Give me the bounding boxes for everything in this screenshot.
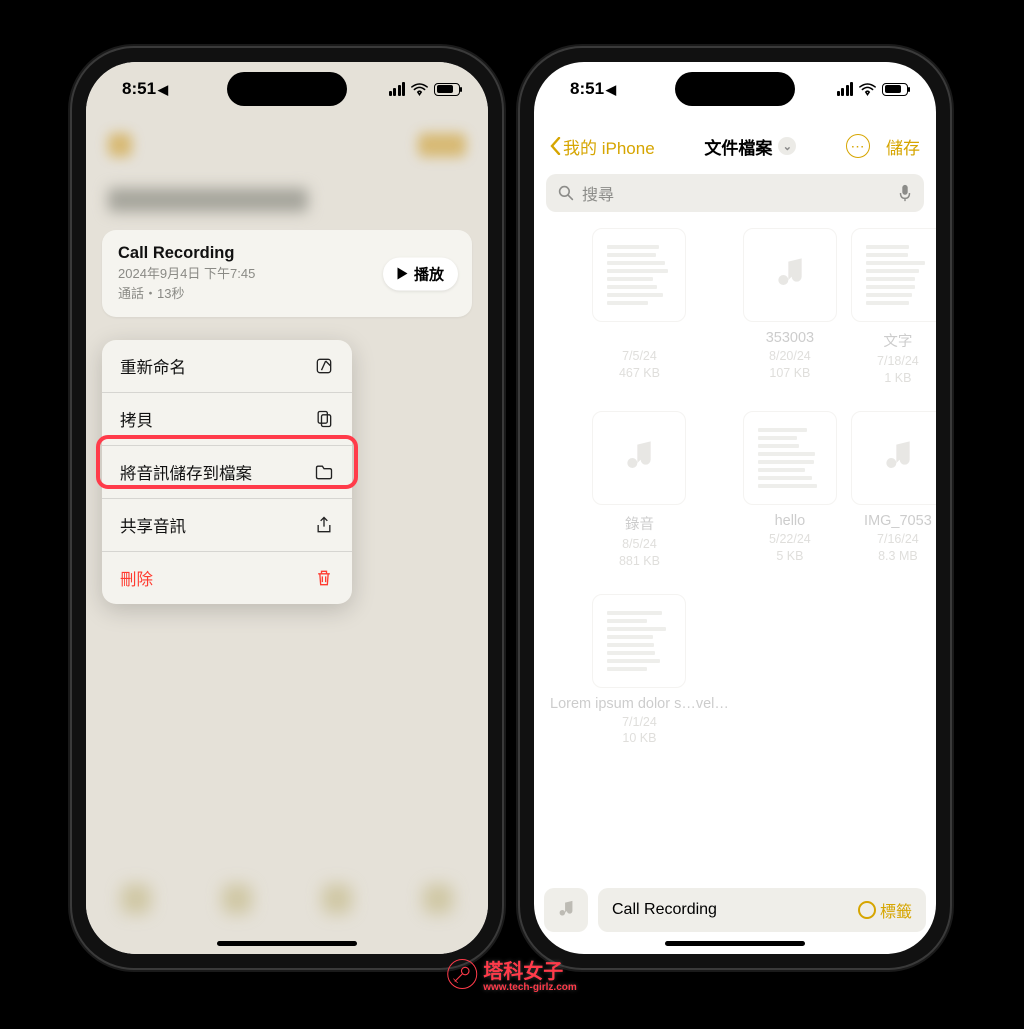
location-arrow-icon: ◀	[158, 82, 168, 97]
battery-icon	[434, 83, 460, 96]
menu-save-audio[interactable]: 將音訊儲存到檔案	[102, 446, 352, 499]
file-item[interactable]: hello 5/22/245 KB	[743, 411, 837, 570]
play-button[interactable]: 播放	[383, 257, 458, 290]
phone-right: 8:51◀ 我的 iPhone 文件檔案 ⌄ ⋯ 儲存 搜尋	[520, 48, 950, 968]
search-icon	[558, 185, 574, 201]
status-time: 8:51◀	[122, 79, 168, 99]
menu-delete-label: 刪除	[120, 566, 153, 590]
cellular-icon	[389, 82, 406, 96]
watermark-icon	[447, 959, 477, 989]
screen-left: 8:51◀ Call Recording 2024年9月4日 下午7:45 通話…	[86, 62, 488, 954]
audio-icon	[851, 411, 936, 505]
dynamic-island	[227, 72, 347, 106]
more-button[interactable]: ⋯	[846, 134, 870, 158]
back-label: 我的 iPhone	[563, 134, 655, 159]
tag-button[interactable]: 標籤	[858, 898, 912, 922]
home-indicator	[665, 941, 805, 946]
file-meta: 7/16/248.3 MB	[851, 531, 936, 565]
file-meta: 5/22/245 KB	[743, 531, 837, 565]
audio-icon	[743, 228, 837, 322]
wifi-icon	[859, 83, 876, 96]
share-icon	[314, 515, 334, 535]
blurred-tabbar	[86, 866, 488, 932]
file-name: Lorem ipsum dolor s…vel…	[550, 696, 729, 712]
play-icon	[397, 268, 408, 280]
trash-icon	[314, 568, 334, 588]
file-item[interactable]: 錄音8/5/24881 KB	[550, 411, 729, 570]
watermark: 塔科女子 www.tech-girlz.com	[447, 955, 577, 993]
phone-left: 8:51◀ Call Recording 2024年9月4日 下午7:45 通話…	[72, 48, 502, 968]
context-menu: 重新命名 拷貝 將音訊儲存到檔案 共享音訊 刪除	[102, 340, 352, 604]
file-item[interactable]: 7/5/24467 KB	[550, 228, 729, 387]
tag-icon	[858, 901, 876, 919]
menu-save-audio-label: 將音訊儲存到檔案	[120, 460, 252, 484]
mic-icon[interactable]	[898, 184, 912, 202]
audio-icon	[592, 411, 686, 505]
document-icon	[592, 228, 686, 322]
file-meta: 8/20/24107 KB	[743, 348, 837, 382]
document-icon	[851, 228, 936, 322]
filename-value: Call Recording	[612, 901, 717, 919]
menu-rename-label: 重新命名	[120, 354, 186, 378]
file-name: 文字	[851, 330, 936, 351]
save-button[interactable]: 儲存	[886, 134, 920, 159]
tag-label: 標籤	[880, 898, 912, 922]
file-meta: 7/5/24467 KB	[550, 348, 729, 382]
chevron-down-icon: ⌄	[778, 137, 796, 155]
file-name	[550, 330, 729, 346]
dynamic-island	[675, 72, 795, 106]
wifi-icon	[411, 83, 428, 96]
menu-copy-label: 拷貝	[120, 407, 153, 431]
save-bar: Call Recording 標籤	[544, 886, 926, 934]
file-type-icon	[544, 888, 588, 932]
location-arrow-icon: ◀	[606, 82, 616, 97]
files-header: 我的 iPhone 文件檔案 ⌄ ⋯ 儲存	[534, 124, 936, 168]
recording-card[interactable]: Call Recording 2024年9月4日 下午7:45 通話・13秒 播…	[102, 230, 472, 317]
chevron-left-icon	[550, 137, 561, 155]
menu-delete[interactable]: 刪除	[102, 552, 352, 604]
folder-title[interactable]: 文件檔案 ⌄	[704, 134, 796, 159]
file-item[interactable]: 353003 8/20/24107 KB	[743, 228, 837, 387]
copy-icon	[314, 409, 334, 429]
document-icon	[592, 594, 686, 688]
file-name: hello	[743, 513, 837, 529]
home-indicator	[217, 941, 357, 946]
back-button[interactable]: 我的 iPhone	[550, 134, 655, 159]
file-name: 353003	[743, 330, 837, 346]
file-meta: 7/1/2410 KB	[550, 714, 729, 748]
folder-icon	[314, 462, 334, 482]
file-meta: 8/5/24881 KB	[550, 536, 729, 570]
cellular-icon	[837, 82, 854, 96]
play-label: 播放	[414, 263, 444, 284]
file-meta: 7/18/241 KB	[851, 353, 936, 387]
folder-title-label: 文件檔案	[704, 134, 772, 159]
menu-share-audio-label: 共享音訊	[120, 513, 186, 537]
search-input[interactable]: 搜尋	[546, 174, 924, 212]
blurred-toolbar	[86, 118, 488, 172]
search-placeholder: 搜尋	[582, 181, 614, 205]
blurred-title	[108, 188, 308, 212]
file-item[interactable]: IMG_7053 7/16/248.3 MB	[851, 411, 936, 570]
file-item[interactable]: Lorem ipsum dolor s…vel… 7/1/2410 KB	[550, 594, 729, 748]
battery-icon	[882, 83, 908, 96]
file-item[interactable]: 文字7/18/241 KB	[851, 228, 936, 387]
files-grid[interactable]: 7/5/24467 KB3530038/20/24107 KB文字7/18/24…	[550, 228, 920, 876]
compose-icon	[314, 356, 334, 376]
filename-field[interactable]: Call Recording 標籤	[598, 888, 926, 932]
watermark-url: www.tech-girlz.com	[483, 982, 577, 993]
document-icon	[743, 411, 837, 505]
file-name: 錄音	[550, 513, 729, 534]
menu-copy[interactable]: 拷貝	[102, 393, 352, 446]
watermark-text: 塔科女子	[483, 961, 563, 983]
screen-right: 8:51◀ 我的 iPhone 文件檔案 ⌄ ⋯ 儲存 搜尋	[534, 62, 936, 954]
status-time: 8:51◀	[570, 79, 616, 99]
menu-rename[interactable]: 重新命名	[102, 340, 352, 393]
file-name: IMG_7053	[851, 513, 936, 529]
menu-share-audio[interactable]: 共享音訊	[102, 499, 352, 552]
